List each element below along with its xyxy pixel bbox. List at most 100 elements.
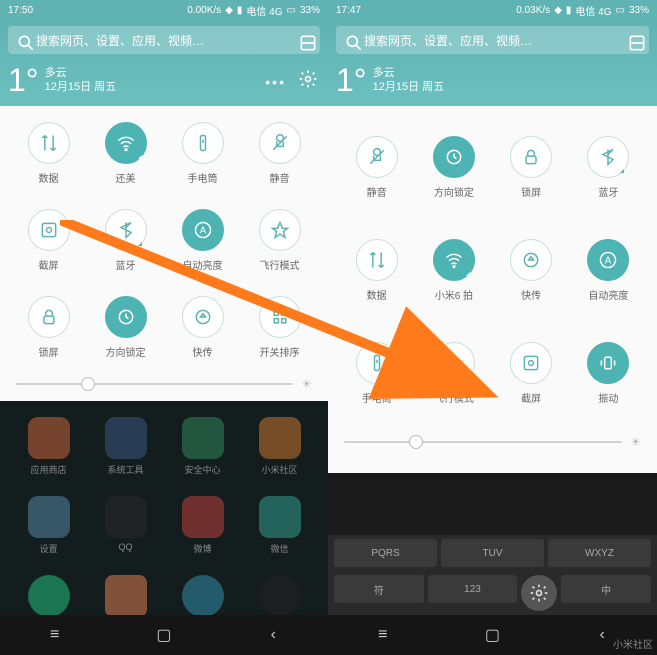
- keyboard-row: 符 123 中: [328, 571, 657, 615]
- phone-left: 17:50 0.00K/s ◆ ▮ 电信 4G ▭ 33% 搜索网页、设置、应用…: [0, 0, 328, 655]
- airplane-icon: [259, 209, 301, 251]
- dock-app[interactable]: [182, 575, 224, 617]
- weather-cond: 多云: [373, 66, 445, 80]
- nav-back[interactable]: ‹: [590, 623, 614, 647]
- slider-thumb[interactable]: [409, 435, 423, 449]
- brightness-slider[interactable]: ☀: [338, 435, 647, 449]
- qs-toggle-share[interactable]: 快传: [496, 239, 566, 302]
- wifi-icon: [433, 239, 475, 281]
- dock-app[interactable]: [105, 575, 147, 617]
- qs-toggle-screenshot[interactable]: 截屏: [496, 342, 566, 405]
- qs-toggle-wifi[interactable]: 还美: [91, 122, 161, 185]
- qs-toggle-airplane[interactable]: 飞行模式: [245, 209, 315, 272]
- app-icon[interactable]: 微博: [182, 496, 224, 555]
- qs-toggle-torch[interactable]: 手电筒: [342, 342, 412, 405]
- kb-key[interactable]: TUV: [441, 539, 544, 567]
- scan-icon[interactable]: [298, 33, 312, 47]
- qs-toggle-mute[interactable]: 静音: [342, 136, 412, 199]
- qs-toggle-screenshot[interactable]: 截屏: [14, 209, 84, 272]
- app-icon[interactable]: 设置: [28, 496, 70, 555]
- carrier: 电信 4G: [575, 3, 611, 18]
- carrier: 电信 4G: [246, 3, 282, 18]
- app-label: 系统工具: [107, 463, 143, 476]
- wifi-icon: ◆: [225, 5, 233, 16]
- signal-icon: ▮: [237, 5, 243, 16]
- torch-icon: [182, 122, 224, 164]
- kb-key[interactable]: PQRS: [334, 539, 437, 567]
- qs-toggle-label: 手电筒: [362, 390, 392, 405]
- kb-key[interactable]: 中: [561, 575, 651, 603]
- auto-bright-icon: A: [587, 239, 629, 281]
- torch-icon: [356, 342, 398, 384]
- search-icon: [16, 33, 30, 47]
- mute-icon: [356, 136, 398, 178]
- app-label: QQ: [118, 542, 132, 552]
- qs-toggle-mute[interactable]: 静音: [245, 122, 315, 185]
- weather-widget[interactable]: 1° 多云 12月15日 周五: [336, 64, 649, 96]
- brightness-slider[interactable]: ☀: [10, 377, 318, 391]
- app-icon[interactable]: QQ: [105, 496, 147, 555]
- qs-toggle-bluetooth[interactable]: 蓝牙: [91, 209, 161, 272]
- app-icon[interactable]: 系统工具: [105, 417, 147, 476]
- qs-toggle-rotate-lock[interactable]: 方向锁定: [419, 136, 489, 199]
- gear-icon[interactable]: [298, 69, 318, 94]
- qs-toggle-data[interactable]: 数据: [14, 122, 84, 185]
- slider-thumb[interactable]: [81, 377, 95, 391]
- qs-toggle-airplane[interactable]: 飞行模式: [419, 342, 489, 405]
- nav-recents[interactable]: ≡: [43, 623, 67, 647]
- app-icon[interactable]: 安全中心: [182, 417, 224, 476]
- status-bar: 17:47 0.03K/s ◆ ▮ 电信 4G ▭ 33%: [328, 0, 657, 20]
- kb-key[interactable]: 123: [428, 575, 518, 603]
- qs-toggle-lock[interactable]: 锁屏: [496, 136, 566, 199]
- qs-toggle-auto-bright[interactable]: A自动亮度: [573, 239, 643, 302]
- weather-cond: 多云: [45, 66, 117, 80]
- qs-panel: 数据还美手电筒静音截屏蓝牙A自动亮度飞行模式锁屏方向锁定快传开关排序 ☀: [0, 106, 328, 401]
- search-bar[interactable]: 搜索网页、设置、应用、视频…: [336, 26, 649, 54]
- qs-toggle-reorder[interactable]: 开关排序: [245, 296, 315, 359]
- svg-text:A: A: [199, 225, 206, 236]
- slider-track[interactable]: [344, 441, 622, 443]
- qs-toggle-rotate-lock[interactable]: 方向锁定: [91, 296, 161, 359]
- kb-key[interactable]: WXYZ: [548, 539, 651, 567]
- qs-toggle-lock[interactable]: 锁屏: [14, 296, 84, 359]
- nav-back[interactable]: ‹: [261, 623, 285, 647]
- nav-home[interactable]: ▢: [480, 623, 504, 647]
- qs-toggle-wifi[interactable]: 小米6 拍: [419, 239, 489, 302]
- qs-toggle-bluetooth[interactable]: 蓝牙: [573, 136, 643, 199]
- watermark: 小米社区: [613, 636, 653, 651]
- keyboard-row: PQRS TUV WXYZ: [328, 535, 657, 571]
- qs-toggle-label: 锁屏: [521, 184, 541, 199]
- dock-app[interactable]: [28, 575, 70, 617]
- nav-recents[interactable]: ≡: [371, 623, 395, 647]
- app-label: 应用商店: [30, 463, 66, 476]
- qs-toggle-share[interactable]: 快传: [168, 296, 238, 359]
- qs-toggle-data[interactable]: 数据: [342, 239, 412, 302]
- data-icon: [28, 122, 70, 164]
- nav-bar: ≡ ▢ ‹: [328, 615, 657, 655]
- app-icon[interactable]: 应用商店: [28, 417, 70, 476]
- brightness-icon: ☀: [301, 377, 312, 391]
- nav-home[interactable]: ▢: [152, 623, 176, 647]
- slider-track[interactable]: [16, 383, 293, 385]
- qs-toggle-label: 静音: [367, 184, 387, 199]
- app-label: 微信: [270, 542, 288, 555]
- clock: 17:47: [336, 5, 361, 16]
- rotate-lock-icon: [105, 296, 147, 338]
- search-bar[interactable]: 搜索网页、设置、应用、视频…: [8, 26, 320, 54]
- qs-toggle-torch[interactable]: 手电筒: [168, 122, 238, 185]
- search-placeholder: 搜索网页、设置、应用、视频…: [36, 32, 204, 49]
- app-icon[interactable]: 小米社区: [259, 417, 301, 476]
- qs-toggle-auto-bright[interactable]: A自动亮度: [168, 209, 238, 272]
- kb-gear-button[interactable]: [521, 575, 557, 611]
- data-icon: [356, 239, 398, 281]
- nav-bar: ≡ ▢ ‹: [0, 615, 328, 655]
- share-icon: [182, 296, 224, 338]
- wifi-icon: [105, 122, 147, 164]
- app-icon[interactable]: 微信: [259, 496, 301, 555]
- kb-key[interactable]: 符: [334, 575, 424, 603]
- scan-icon[interactable]: [627, 33, 641, 47]
- qs-toggle-vibrate[interactable]: 振动: [573, 342, 643, 405]
- more-icon[interactable]: •••: [265, 74, 286, 90]
- dock-app[interactable]: [259, 575, 301, 617]
- weather-date: 12月15日 周五: [373, 80, 445, 94]
